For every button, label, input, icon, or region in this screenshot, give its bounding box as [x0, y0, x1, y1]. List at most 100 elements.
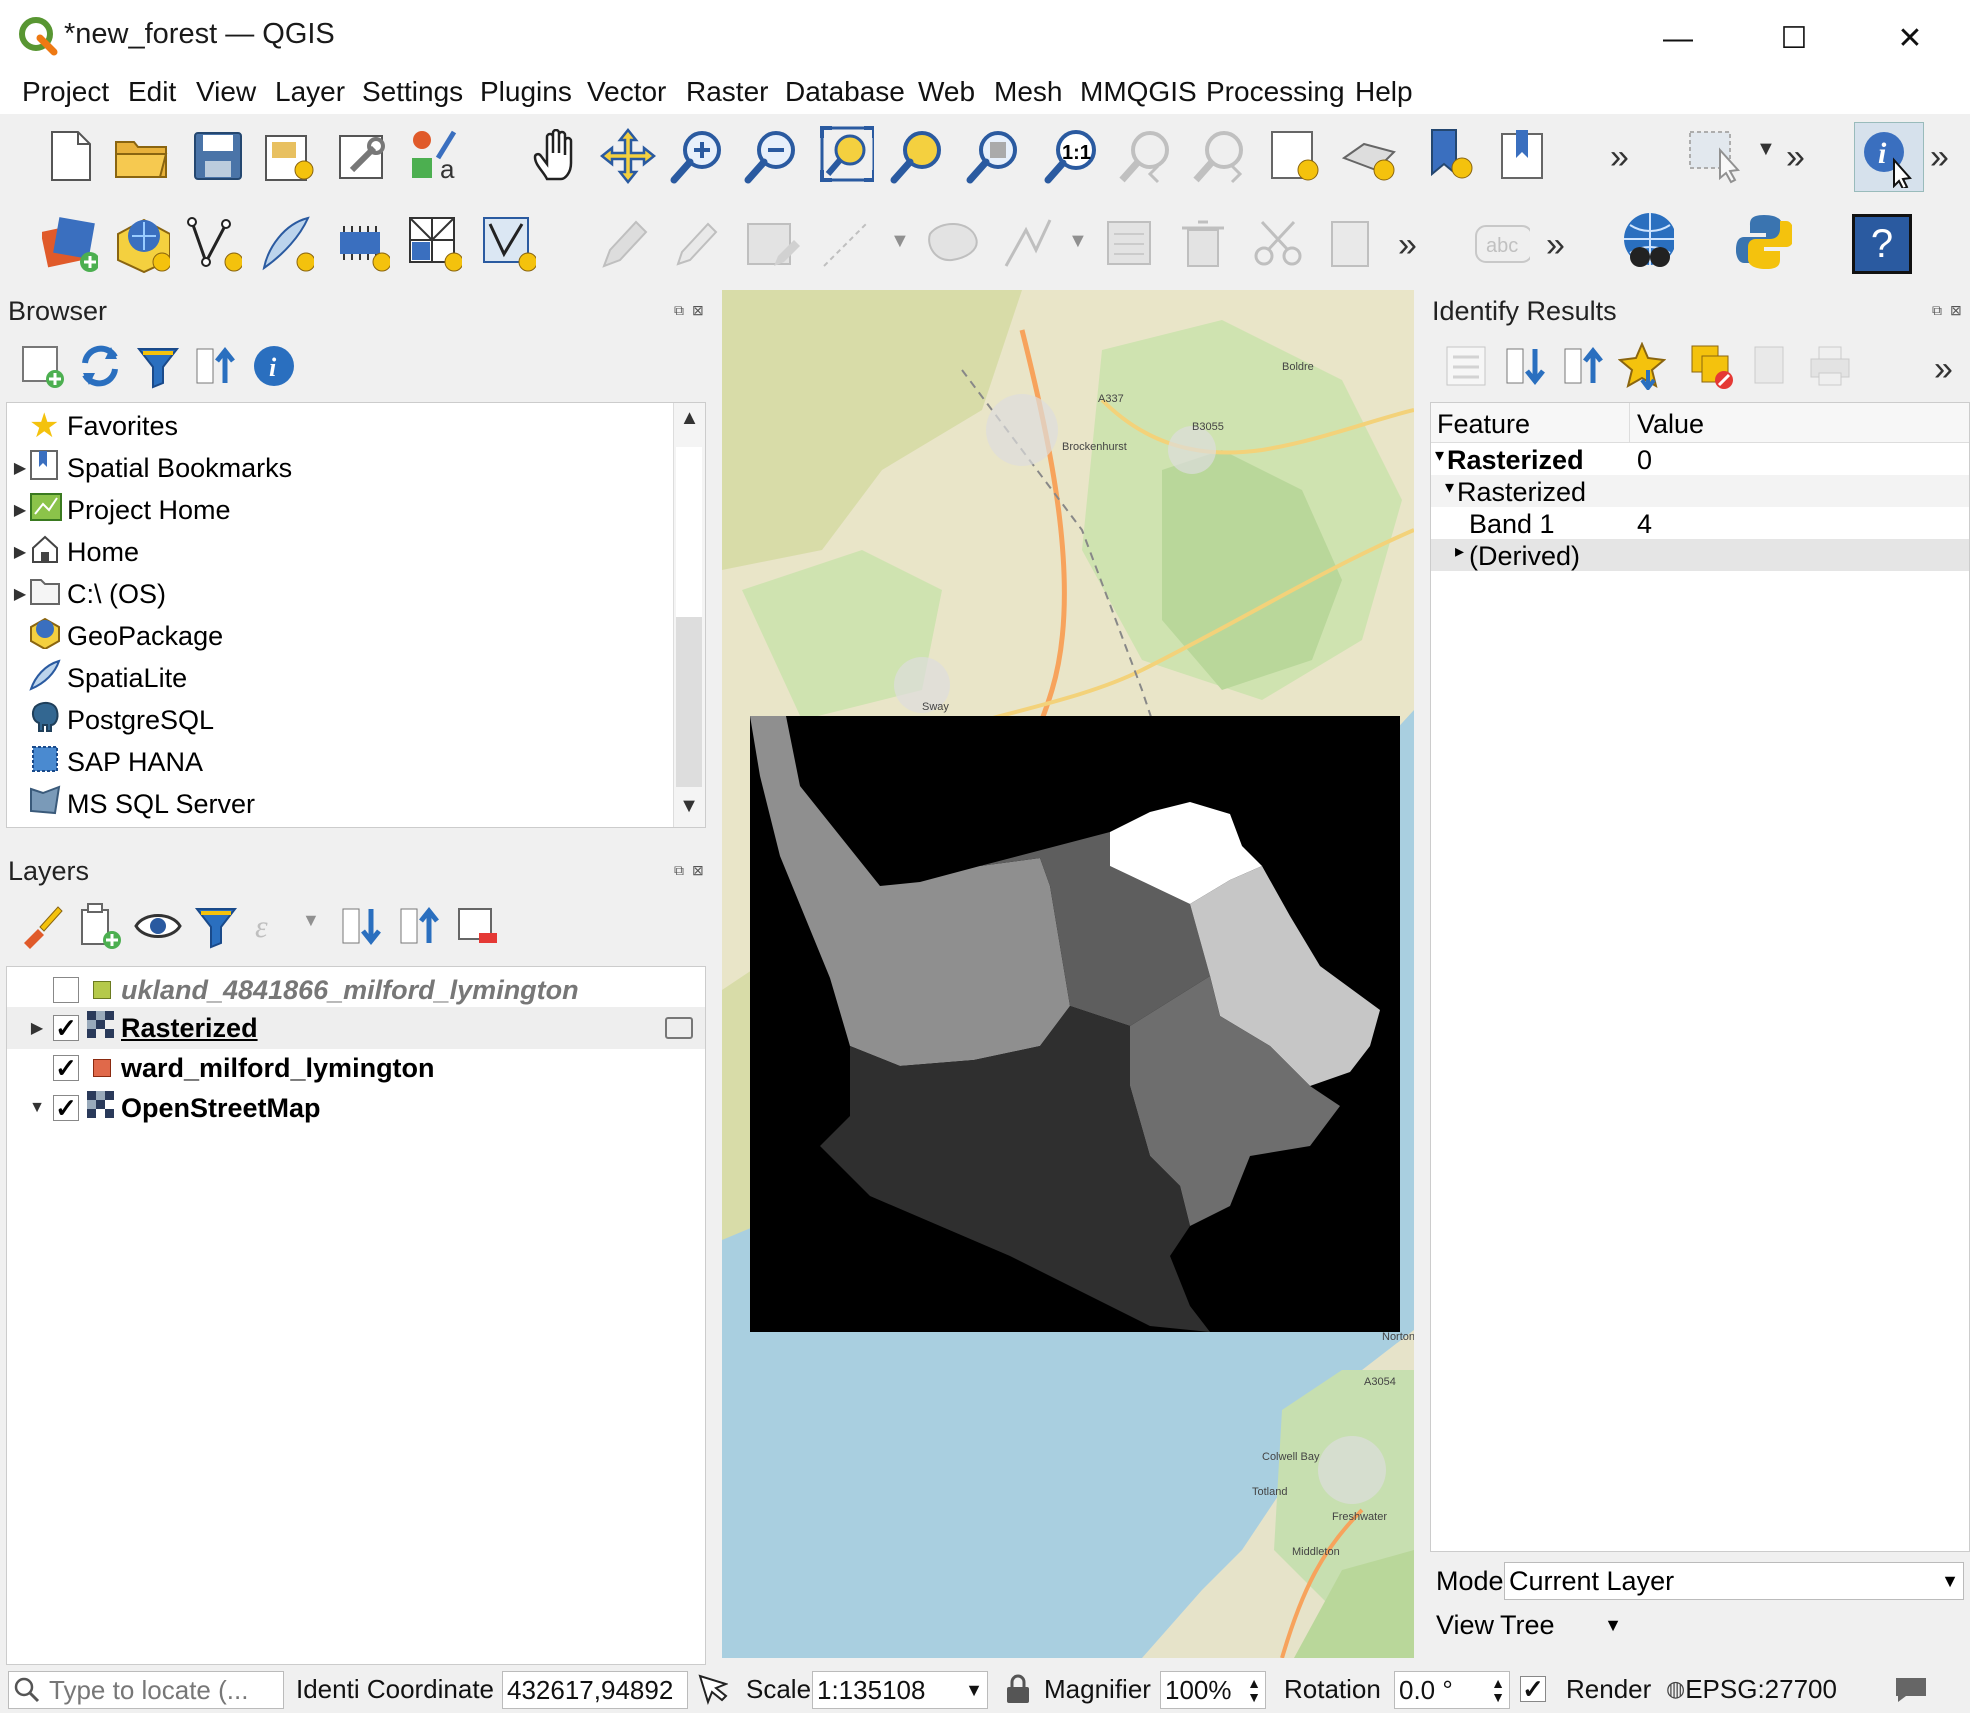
- expand-arrow-icon[interactable]: ▶: [11, 458, 29, 478]
- scale-combobox[interactable]: 1:135108 ▼: [812, 1671, 988, 1709]
- new-print-layout-icon[interactable]: [262, 128, 318, 184]
- close-button[interactable]: ✕: [1880, 14, 1940, 64]
- value-column-header[interactable]: Value: [1637, 409, 1704, 440]
- feature-column-header[interactable]: Feature: [1437, 409, 1530, 440]
- refresh-icon[interactable]: [72, 338, 128, 394]
- new-bookmark-icon[interactable]: [1424, 128, 1480, 184]
- save-edits-icon[interactable]: [744, 216, 800, 272]
- show-bookmarks-icon[interactable]: [1496, 128, 1552, 184]
- new-virtual-layer-icon[interactable]: [334, 216, 390, 272]
- result-row-feature[interactable]: ▾ Rasterized: [1431, 475, 1969, 507]
- layer-visibility-checkbox[interactable]: ✓: [53, 1055, 79, 1081]
- zoom-to-layer-icon[interactable]: [966, 128, 1022, 184]
- menu-raster[interactable]: Raster: [686, 76, 768, 108]
- identify-toolbar-overflow[interactable]: »: [1934, 350, 1953, 389]
- dock-close-icon[interactable]: ⊠: [692, 862, 704, 879]
- manage-map-themes-icon[interactable]: [130, 898, 186, 954]
- expand-arrow-icon[interactable]: ▶: [11, 584, 29, 604]
- map-canvas[interactable]: Brockenhurst Boldre Sway Norton Colwell …: [722, 290, 1414, 1658]
- menu-web[interactable]: Web: [918, 76, 975, 108]
- mouse-capture-icon[interactable]: [694, 1671, 728, 1707]
- enable-properties-icon[interactable]: i: [246, 338, 302, 394]
- layer-row-rasterized[interactable]: ▶ ✓ Rasterized: [21, 1007, 258, 1049]
- python-console-icon[interactable]: [1736, 214, 1792, 270]
- new-temporary-scratch-layer-icon[interactable]: [406, 216, 462, 272]
- data-source-manager-icon[interactable]: [42, 216, 98, 272]
- add-group-icon[interactable]: [72, 898, 128, 954]
- labeling-icon[interactable]: abc: [1474, 216, 1530, 272]
- browser-item-sap-hana[interactable]: SAP HANA: [11, 741, 203, 783]
- new-spatialite-layer-icon[interactable]: [258, 216, 314, 272]
- browser-item-spatialite[interactable]: SpatiaLite: [11, 657, 187, 699]
- browser-item-spatial-bookmarks[interactable]: ▶ Spatial Bookmarks: [11, 447, 292, 489]
- toolbar-overflow-1[interactable]: »: [1610, 138, 1629, 177]
- result-row-derived[interactable]: ▸ (Derived): [1431, 539, 1969, 571]
- menu-database[interactable]: Database: [785, 76, 905, 108]
- pan-to-selection-icon[interactable]: [600, 128, 656, 184]
- crs-button[interactable]: ◍ EPSG:27700: [1666, 1671, 1837, 1707]
- expand-all-results-icon[interactable]: [1498, 338, 1554, 394]
- digitize-dropdown-arrow[interactable]: ▼: [890, 230, 910, 253]
- style-manager-icon[interactable]: a: [408, 128, 464, 184]
- coordinate-field[interactable]: 432617,94892: [502, 1671, 688, 1709]
- layer-row-ukland[interactable]: ukland_4841866_milford_lymington: [53, 969, 579, 1011]
- new-geopackage-layer-icon[interactable]: [114, 216, 170, 274]
- result-row-layer[interactable]: ▾ Rasterized 0: [1431, 443, 1969, 475]
- collapse-all-icon[interactable]: [188, 338, 244, 394]
- dock-close-icon[interactable]: ⊠: [692, 302, 704, 319]
- new-shapefile-layer-icon[interactable]: [186, 216, 242, 272]
- browser-item-project-home[interactable]: ▶ Project Home: [11, 489, 231, 531]
- digitize-line-icon[interactable]: [818, 216, 874, 272]
- new-map-view-icon[interactable]: [1268, 128, 1324, 184]
- browser-item-c-drive[interactable]: ▶ C:\ (OS): [11, 573, 166, 615]
- add-polygon-feature-icon[interactable]: [924, 216, 980, 272]
- collapse-arrow-icon[interactable]: ▼: [21, 1099, 53, 1117]
- paste-features-icon[interactable]: [1324, 216, 1380, 272]
- zoom-full-icon[interactable]: [818, 126, 874, 182]
- toolbar-overflow-5[interactable]: »: [1546, 226, 1565, 265]
- vertex-dropdown-arrow[interactable]: ▼: [1068, 230, 1088, 253]
- dock-float-icon[interactable]: ⧉: [674, 862, 684, 879]
- zoom-next-icon[interactable]: [1192, 128, 1248, 184]
- rotation-spinbox[interactable]: 0.0 ° ▲ ▼: [1394, 1671, 1510, 1709]
- filter-expression-dropdown[interactable]: ▼: [302, 910, 320, 931]
- toolbar-overflow-2[interactable]: »: [1786, 138, 1805, 177]
- add-selected-layers-icon[interactable]: [14, 338, 70, 394]
- dock-float-icon[interactable]: ⧉: [674, 302, 684, 319]
- zoom-last-icon[interactable]: [1118, 128, 1174, 184]
- browser-item-home[interactable]: ▶ Home: [11, 531, 139, 573]
- messages-icon[interactable]: [1894, 1671, 1928, 1707]
- save-project-icon[interactable]: [190, 128, 246, 184]
- vertex-tool-icon[interactable]: [1000, 216, 1056, 272]
- expand-arrow-icon[interactable]: ▶: [11, 542, 29, 562]
- browser-item-favorites[interactable]: ★ Favorites: [11, 405, 178, 447]
- browser-scrollbar-thumb[interactable]: [676, 617, 702, 787]
- layer-visibility-checkbox[interactable]: [53, 977, 79, 1003]
- remove-layer-icon[interactable]: [450, 898, 506, 954]
- browser-scrollbar[interactable]: ▲ ▼: [673, 403, 705, 827]
- open-project-icon[interactable]: [114, 128, 170, 184]
- expand-arrow-icon[interactable]: ▶: [11, 500, 29, 520]
- magnifier-spinbox[interactable]: 100% ▲ ▼: [1160, 1671, 1266, 1709]
- result-row-band-1[interactable]: Band 1 4: [1431, 507, 1969, 539]
- select-dropdown-arrow[interactable]: ▼: [1756, 138, 1776, 161]
- menu-help[interactable]: Help: [1355, 76, 1413, 108]
- browser-item-postgresql[interactable]: PostgreSQL: [11, 699, 214, 741]
- layer-row-ward[interactable]: ✓ ward_milford_lymington: [53, 1047, 435, 1089]
- menu-settings[interactable]: Settings: [362, 76, 463, 108]
- select-features-result-icon[interactable]: [1614, 338, 1670, 394]
- modify-attributes-icon[interactable]: [1104, 216, 1160, 272]
- pan-hand-icon[interactable]: [528, 128, 584, 184]
- menu-project[interactable]: Project: [22, 76, 109, 108]
- menu-processing[interactable]: Processing: [1206, 76, 1345, 108]
- toolbar-overflow-3[interactable]: »: [1930, 138, 1949, 177]
- delete-selected-icon[interactable]: [1176, 216, 1232, 272]
- locator-search-input[interactable]: Type to locate (...: [8, 1671, 284, 1709]
- expand-tree-icon[interactable]: [1438, 338, 1494, 394]
- spin-arrows-icon[interactable]: ▲ ▼: [1247, 1676, 1261, 1704]
- clear-results-icon[interactable]: [1684, 338, 1740, 394]
- new-project-icon[interactable]: [42, 128, 98, 184]
- toolbar-overflow-4[interactable]: »: [1398, 226, 1417, 265]
- new-virtual-vector-layer-icon[interactable]: [480, 216, 536, 272]
- zoom-to-selection-icon[interactable]: [890, 128, 946, 184]
